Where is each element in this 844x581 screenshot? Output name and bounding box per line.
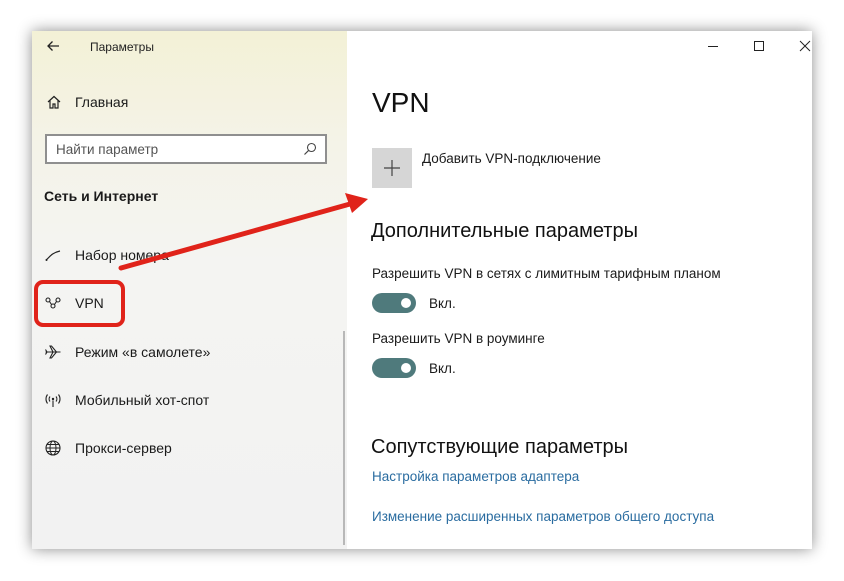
sidebar-item-proxy[interactable]: Прокси-сервер xyxy=(44,437,172,459)
back-arrow-icon[interactable] xyxy=(44,37,62,55)
vpn-highlight-box xyxy=(34,280,125,327)
sharing-settings-link[interactable]: Изменение расширенных параметров общего … xyxy=(372,509,714,524)
sidebar-item-label: Набор номера xyxy=(75,247,169,263)
close-button[interactable] xyxy=(782,33,812,59)
page-title: VPN xyxy=(372,87,430,118)
related-heading: Сопутствующие параметры xyxy=(371,436,629,458)
sidebar-scrollbar[interactable] xyxy=(343,331,345,545)
sidebar-item-label: Режим «в самолете» xyxy=(75,344,211,360)
advanced-heading: Дополнительные параметры xyxy=(371,220,638,242)
search-box[interactable] xyxy=(45,134,327,164)
adapter-settings-link[interactable]: Настройка параметров адаптера xyxy=(372,469,579,484)
settings-window: Параметры Главная Сеть и Интернет Набор … xyxy=(32,31,812,549)
sidebar-item-home[interactable]: Главная xyxy=(46,93,128,111)
add-vpn-button[interactable] xyxy=(372,148,412,188)
sidebar-item-label: Мобильный хот-спот xyxy=(75,392,210,408)
add-vpn-label[interactable]: Добавить VPN-подключение xyxy=(422,151,601,166)
sidebar-item-label: Главная xyxy=(75,94,129,110)
close-icon xyxy=(799,40,811,52)
airplane-icon xyxy=(45,345,61,359)
metered-vpn-state: Вкл. xyxy=(429,296,456,311)
sidebar-item-airplane[interactable]: Режим «в самолете» xyxy=(44,341,210,363)
toggle-knob xyxy=(401,298,411,308)
section-title: Сеть и Интернет xyxy=(44,188,159,204)
hotspot-icon xyxy=(45,394,61,407)
dialup-icon xyxy=(45,250,61,261)
search-input[interactable] xyxy=(47,136,296,162)
minimize-icon xyxy=(708,46,718,47)
plus-icon xyxy=(384,160,400,176)
minimize-button[interactable] xyxy=(690,33,736,59)
metered-vpn-label: Разрешить VPN в сетях с лимитным тарифны… xyxy=(372,266,721,281)
maximize-button[interactable] xyxy=(736,33,782,59)
sidebar-item-dialup[interactable]: Набор номера xyxy=(44,244,169,266)
toggle-knob xyxy=(401,363,411,373)
roaming-vpn-toggle[interactable] xyxy=(372,358,416,378)
roaming-vpn-state: Вкл. xyxy=(429,361,456,376)
sidebar-item-hotspot[interactable]: Мобильный хот-спот xyxy=(44,389,209,411)
globe-icon xyxy=(45,440,61,456)
home-icon xyxy=(47,95,61,109)
roaming-vpn-label: Разрешить VPN в роуминге xyxy=(372,331,545,346)
app-title: Параметры xyxy=(90,40,154,54)
search-icon[interactable] xyxy=(303,142,317,156)
sidebar: Параметры Главная Сеть и Интернет Набор … xyxy=(32,31,347,549)
maximize-icon xyxy=(754,41,764,51)
sidebar-item-label: Прокси-сервер xyxy=(75,440,172,456)
metered-vpn-toggle[interactable] xyxy=(372,293,416,313)
